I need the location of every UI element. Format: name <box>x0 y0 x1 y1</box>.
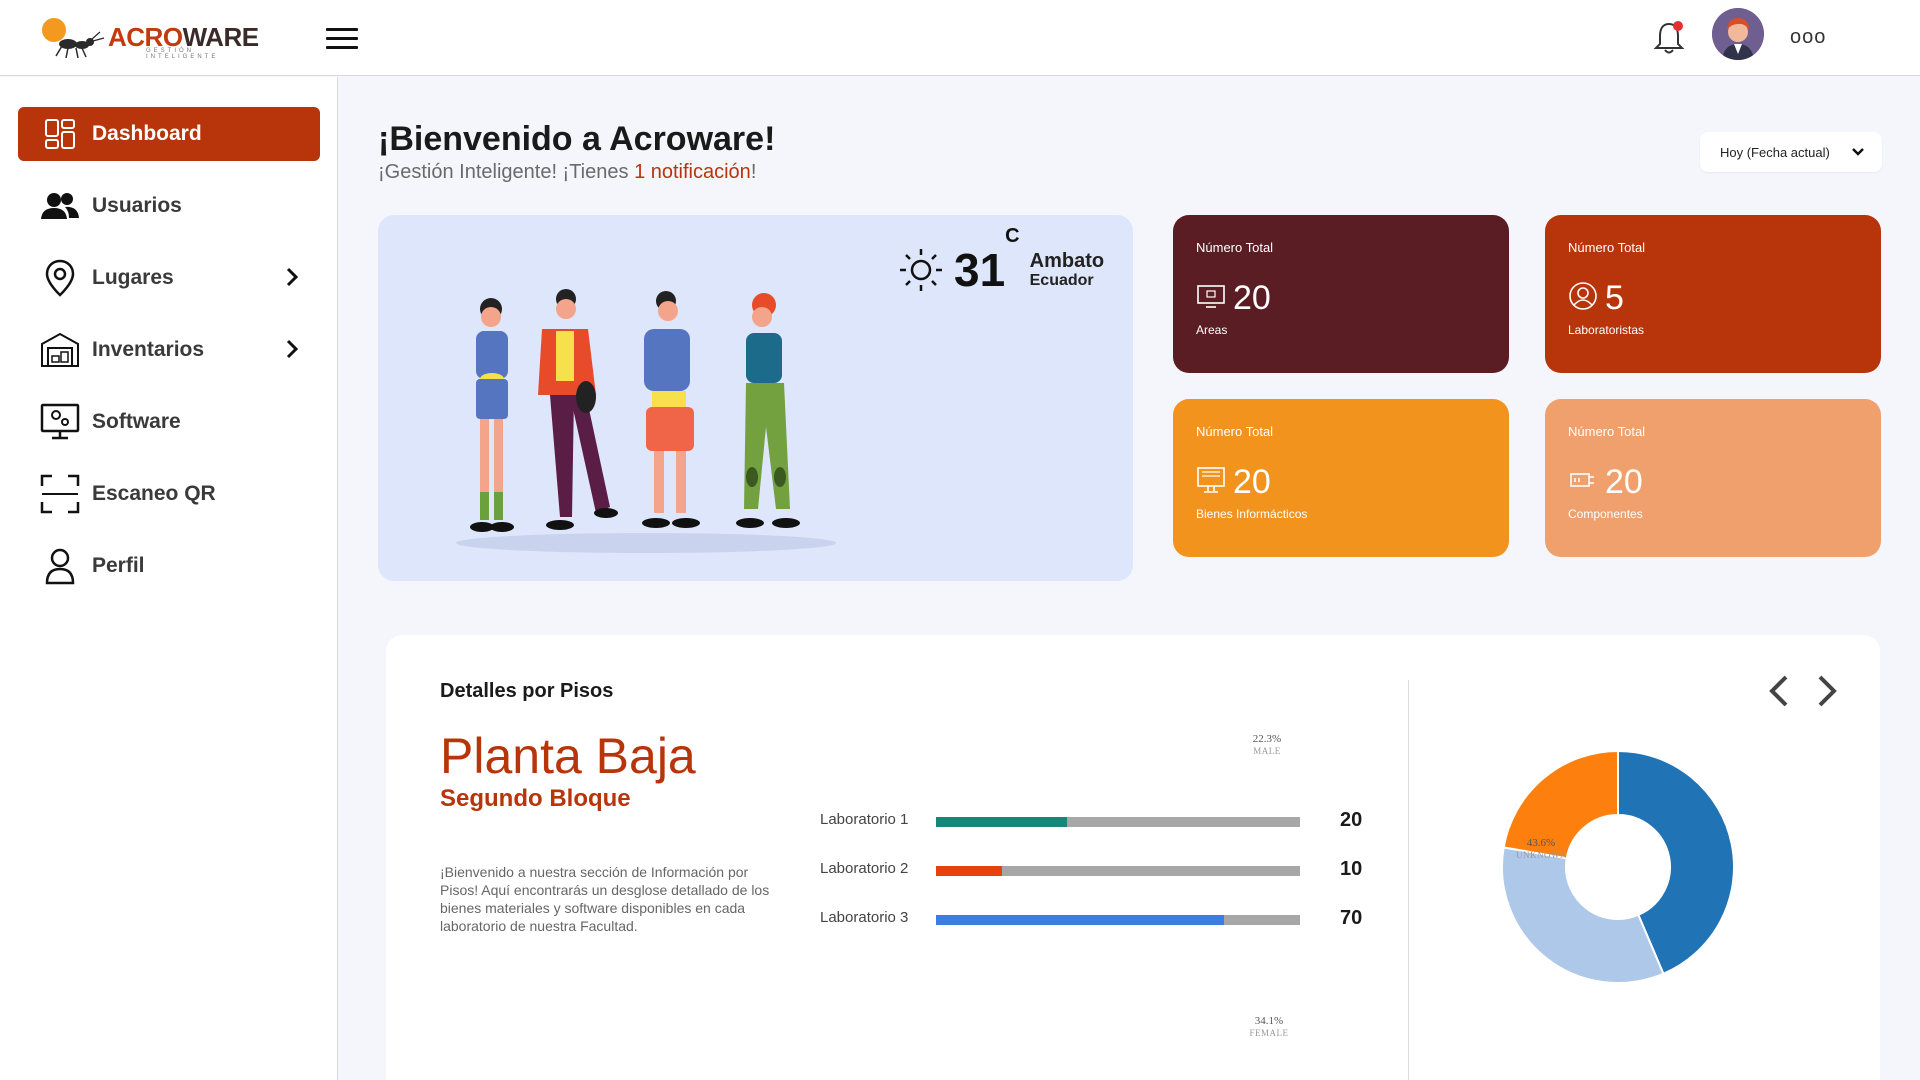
card-value: 5 <box>1605 279 1624 317</box>
page-title: ¡Bienvenido a Acroware! <box>378 120 776 158</box>
pie-category: FEMALE <box>1249 1028 1289 1038</box>
card-title: Número Total <box>1568 240 1646 255</box>
pie-label-female: 34.1% FEMALE <box>1244 1015 1294 1039</box>
sun-icon <box>900 249 942 291</box>
progress-track <box>936 915 1300 925</box>
monitor-gear-icon <box>38 400 82 444</box>
qr-scan-icon <box>38 472 82 516</box>
sidebar-item-usuarios[interactable]: Usuarios <box>18 179 320 233</box>
pie-label-male: 22.3% MALE <box>1242 733 1292 757</box>
lab-label: Laboratorio 1 <box>820 811 909 828</box>
people-illustration <box>456 289 836 553</box>
date-filter-dropdown[interactable]: Hoy (Fecha actual) <box>1700 132 1882 172</box>
card-label: Bienes Informácticos <box>1196 507 1308 521</box>
dashboard-icon <box>38 112 82 156</box>
lab-bar-row: Laboratorio 3 70 <box>820 907 1380 931</box>
progress-fill <box>936 866 1002 876</box>
card-value: 20 <box>1233 463 1271 501</box>
sidebar-item-escaneo-qr[interactable]: Escaneo QR <box>18 467 320 521</box>
brand-tagline: GESTIÓN INTELIGENTE <box>146 48 219 60</box>
weather-location: Ambato Ecuador <box>1029 250 1105 289</box>
pie-chart <box>1501 749 1735 984</box>
stat-card-areas[interactable]: Número Total 20 Areas <box>1173 215 1509 373</box>
floor-name: Planta Baja <box>440 728 696 784</box>
card-title: Número Total <box>1196 240 1274 255</box>
progress-fill <box>936 817 1068 827</box>
sidebar: Dashboard Usuarios Lugares Inventarios S… <box>0 77 338 1080</box>
progress-track <box>936 866 1300 876</box>
card-title: Número Total <box>1568 424 1646 439</box>
warehouse-icon <box>38 328 82 372</box>
logo[interactable]: ACROWARE GESTIÓN INTELIGENTE <box>38 14 259 60</box>
user-circle-icon <box>1569 282 1597 310</box>
chevron-right-icon <box>286 339 299 359</box>
card-label: Componentes <box>1568 507 1643 521</box>
lab-value: 70 <box>1340 907 1363 929</box>
section-description: ¡Bienvenido a nuestra sección de Informa… <box>440 864 770 934</box>
welcome-hero: 31C Ambato Ecuador <box>378 215 1133 581</box>
card-title: Número Total <box>1196 424 1274 439</box>
lab-label: Laboratorio 3 <box>820 909 909 926</box>
ant-logo-icon <box>42 18 105 59</box>
card-value: 20 <box>1605 463 1643 501</box>
card-label: Laboratoristas <box>1568 323 1645 337</box>
chevron-down-icon <box>1852 148 1864 156</box>
sidebar-item-inventarios[interactable]: Inventarios <box>18 323 320 377</box>
sidebar-item-software[interactable]: Software <box>18 395 320 449</box>
top-bar: ACROWARE GESTIÓN INTELIGENTE ooo <box>0 0 1920 76</box>
progress-fill <box>936 915 1224 925</box>
temperature: 31C <box>954 225 1020 296</box>
lab-value: 20 <box>1340 809 1363 831</box>
date-filter-label: Hoy (Fecha actual) <box>1720 144 1830 160</box>
chevron-right-icon <box>286 267 299 287</box>
more-options-button[interactable]: ooo <box>1790 26 1826 49</box>
pie-percent: 22.3% <box>1252 733 1282 745</box>
pie-category: MALE <box>1253 746 1281 756</box>
card-value: 20 <box>1233 279 1271 317</box>
sidebar-item-label: Usuarios <box>92 194 182 217</box>
stat-card-componentes[interactable]: Número Total 20 Componentes <box>1545 399 1881 557</box>
previous-arrow-icon[interactable] <box>1762 671 1796 711</box>
weather-widget: 31C Ambato Ecuador <box>898 225 1105 297</box>
stat-card-laboratoristas[interactable]: Número Total 5 Laboratoristas <box>1545 215 1881 373</box>
section-title: Detalles por Pisos <box>440 680 614 702</box>
sidebar-item-lugares[interactable]: Lugares <box>18 251 320 305</box>
sidebar-item-label: Dashboard <box>92 122 202 145</box>
notification-bell-icon[interactable] <box>1652 18 1686 56</box>
user-profile-icon <box>38 544 82 588</box>
monitor-icon <box>1197 285 1225 308</box>
sidebar-item-label: Perfil <box>92 554 145 577</box>
lab-value: 10 <box>1340 858 1363 880</box>
lab-bar-row: Laboratorio 2 10 <box>820 858 1380 882</box>
user-avatar[interactable] <box>1712 8 1764 60</box>
computer-icon <box>1197 467 1225 493</box>
menu-toggle-button[interactable] <box>326 28 358 50</box>
lab-label: Laboratorio 2 <box>820 860 909 877</box>
sidebar-item-label: Lugares <box>92 266 174 289</box>
lab-bar-row: Laboratorio 1 20 <box>820 809 1380 833</box>
location-pin-icon <box>38 256 82 300</box>
block-name: Segundo Bloque <box>440 785 631 812</box>
users-icon <box>38 184 82 228</box>
sidebar-item-perfil[interactable]: Perfil <box>18 539 320 593</box>
stat-card-bienes[interactable]: Número Total 20 Bienes Informácticos <box>1173 399 1509 557</box>
notification-link[interactable]: 1 notificación <box>634 161 751 183</box>
pie-percent: 34.1% <box>1254 1015 1284 1027</box>
page-subtitle: ¡Gestión Inteligente! ¡Tienes 1 notifica… <box>378 161 757 183</box>
progress-track <box>936 817 1300 827</box>
pie-category: UNKNOWN <box>1516 850 1567 860</box>
divider <box>1408 680 1409 1080</box>
pie-slice-female <box>1501 846 1665 984</box>
component-icon <box>1570 473 1594 487</box>
sidebar-item-label: Software <box>92 410 181 433</box>
floor-details-panel: Detalles por Pisos Planta Baja Segundo B… <box>386 635 1880 1080</box>
sidebar-item-label: Inventarios <box>92 338 205 361</box>
pie-label-unknown: 43.6% UNKNOWN <box>1516 837 1567 861</box>
sidebar-item-dashboard[interactable]: Dashboard <box>18 107 320 161</box>
pie-percent: 43.6% <box>1526 837 1556 849</box>
card-label: Areas <box>1196 323 1228 337</box>
next-arrow-icon[interactable] <box>1810 671 1844 711</box>
sidebar-item-label: Escaneo QR <box>92 482 216 505</box>
